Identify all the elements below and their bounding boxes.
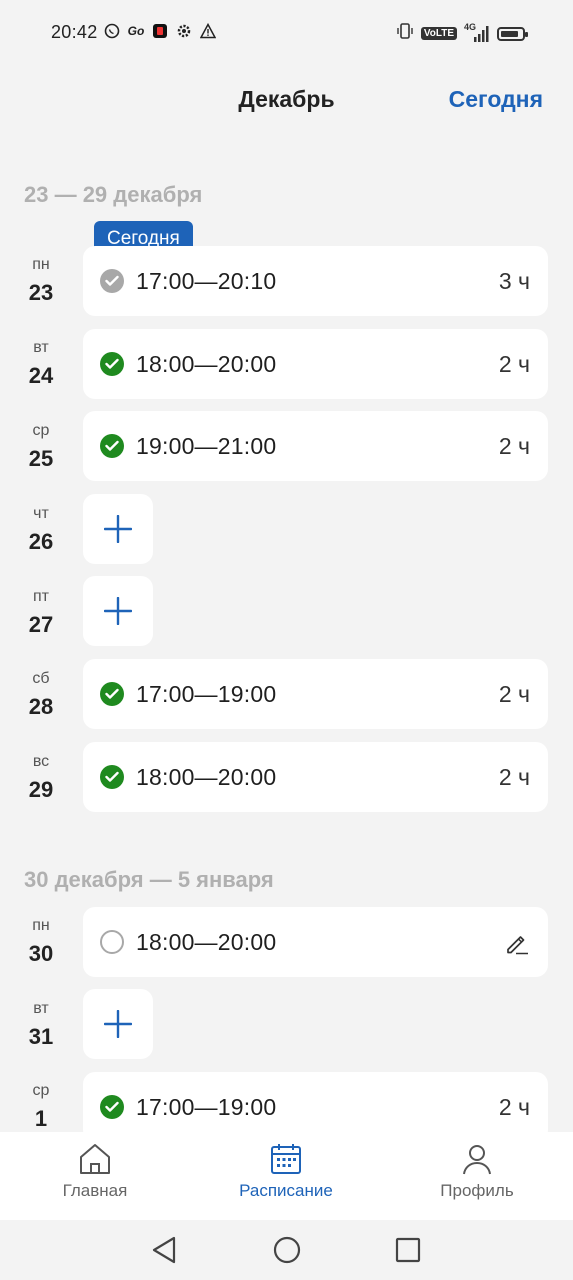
- profile-icon: [463, 1145, 491, 1175]
- status-time: 20:42: [51, 22, 98, 42]
- weekday: вт: [33, 339, 49, 356]
- add-session-button[interactable]: [83, 576, 153, 646]
- day-number: 1: [34, 1106, 48, 1131]
- check-circle-icon: [100, 765, 124, 789]
- check-circle-icon: [100, 352, 124, 376]
- session-time: 17:00—19:00: [136, 1094, 277, 1120]
- day-number: 23: [28, 280, 54, 305]
- day-label: сб 28: [0, 670, 82, 720]
- session-duration: 2 ч: [498, 681, 530, 707]
- signal-icon: 4G: [464, 22, 490, 43]
- session-time: 19:00—21:00: [136, 433, 277, 459]
- weekday: пн: [32, 256, 50, 273]
- plus-icon: [104, 515, 132, 543]
- completed-status-icon: [100, 269, 124, 293]
- nav-label: Профиль: [440, 1181, 514, 1200]
- weekday: вс: [32, 753, 50, 770]
- session-card[interactable]: 18:00—20:00 2 ч: [83, 742, 548, 812]
- weekday: пт: [33, 588, 49, 605]
- day-label: вт 24: [0, 339, 82, 389]
- plus-icon: [104, 597, 132, 625]
- weekday: ср: [32, 422, 50, 439]
- volte-icon: VoLTE: [420, 27, 457, 40]
- session-card[interactable]: 17:00—20:10 3 ч: [83, 246, 548, 316]
- day-number: 24: [28, 363, 54, 388]
- session-card[interactable]: 17:00—19:00 2 ч: [83, 659, 548, 729]
- session-time: 18:00—20:00: [136, 929, 277, 955]
- session-duration: 2 ч: [498, 764, 530, 790]
- day-label: ср 1: [0, 1082, 82, 1132]
- add-session-button[interactable]: [83, 989, 153, 1059]
- go-icon: Go: [127, 24, 145, 38]
- day-number: 26: [28, 529, 54, 554]
- session-time: 17:00—19:00: [136, 681, 277, 707]
- session-duration: 2 ч: [498, 1094, 530, 1120]
- session-duration: 2 ч: [498, 433, 530, 459]
- vibrate-icon: [396, 22, 414, 45]
- weekday: чт: [33, 505, 49, 522]
- day-label: пт 27: [0, 588, 82, 638]
- plus-icon: [104, 1010, 132, 1038]
- whatsapp-icon: [103, 22, 121, 40]
- add-session-button[interactable]: [83, 494, 153, 564]
- nav-profile[interactable]: Профиль: [407, 1132, 547, 1220]
- session-time: 17:00—20:10: [136, 268, 277, 294]
- day-label: пн 30: [0, 917, 82, 967]
- day-label: чт 26: [0, 505, 82, 555]
- weekday: вт: [33, 1000, 49, 1017]
- day-number: 30: [28, 941, 54, 966]
- app-icon: [151, 22, 169, 40]
- day-number: 27: [28, 612, 54, 637]
- week-title: 23 — 29 декабря: [24, 182, 203, 207]
- day-number: 28: [28, 694, 54, 719]
- home-circle-icon[interactable]: [272, 1235, 302, 1265]
- session-time: 18:00—20:00: [136, 764, 277, 790]
- session-card[interactable]: 18:00—20:00 2 ч: [83, 329, 548, 399]
- recents-icon[interactable]: [394, 1235, 422, 1265]
- week-title: 30 декабря — 5 января: [24, 867, 274, 892]
- day-number: 29: [28, 777, 54, 802]
- check-circle-icon: [100, 434, 124, 458]
- edit-icon[interactable]: [504, 930, 530, 956]
- bottom-nav: Главная Расписание Профиль: [0, 1132, 573, 1220]
- check-circle-icon: [100, 682, 124, 706]
- session-time: 18:00—20:00: [136, 351, 277, 377]
- battery-icon: [497, 26, 528, 41]
- weekday: сб: [32, 670, 50, 687]
- day-label: ср 25: [0, 422, 82, 472]
- day-label: пн 23: [0, 256, 82, 306]
- session-card[interactable]: 18:00—20:00: [83, 907, 548, 977]
- today-button[interactable]: Сегодня: [449, 86, 543, 113]
- system-nav-bar: [0, 1220, 573, 1280]
- warning-icon: [199, 22, 217, 40]
- calendar-icon: [271, 1144, 301, 1174]
- session-duration: 3 ч: [498, 268, 530, 294]
- day-number: 25: [28, 446, 54, 471]
- day-label: вт 31: [0, 1000, 82, 1050]
- pending-status-icon: [100, 930, 124, 954]
- nav-home[interactable]: Главная: [25, 1132, 165, 1220]
- session-duration: 2 ч: [498, 351, 530, 377]
- check-circle-icon: [100, 1095, 124, 1119]
- back-icon[interactable]: [150, 1235, 178, 1265]
- day-number: 31: [28, 1024, 54, 1049]
- gear-icon: [175, 22, 193, 40]
- nav-schedule[interactable]: Расписание: [216, 1132, 356, 1220]
- weekday: пн: [32, 917, 50, 934]
- status-bar: 20:42 Go VoLTE 4G: [0, 0, 573, 66]
- nav-label: Расписание: [239, 1181, 333, 1200]
- home-icon: [80, 1144, 110, 1174]
- weekday: ср: [32, 1082, 50, 1099]
- nav-label: Главная: [62, 1181, 128, 1200]
- session-card[interactable]: 19:00—21:00 2 ч: [83, 411, 548, 481]
- day-label: вс 29: [0, 753, 82, 803]
